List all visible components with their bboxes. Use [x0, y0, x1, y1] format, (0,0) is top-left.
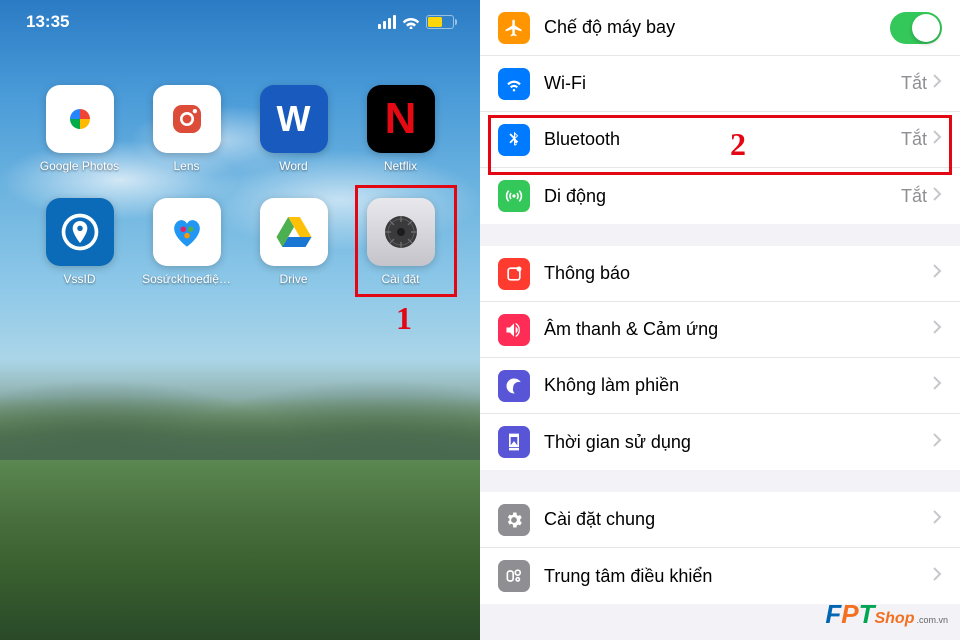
- general-icon: [498, 504, 530, 536]
- chevron-right-icon: [933, 187, 942, 206]
- status-bar: 13:35: [0, 0, 480, 44]
- row-label: Wi-Fi: [544, 73, 901, 94]
- dnd-icon: [498, 370, 530, 402]
- lens-icon: [153, 85, 221, 153]
- drive-icon: [260, 198, 328, 266]
- row-sound[interactable]: Âm thanh & Cảm ứng: [480, 302, 960, 358]
- chevron-right-icon: [933, 264, 942, 283]
- settings-group-notifications: Thông báo Âm thanh & Cảm ứng Không làm p…: [480, 246, 960, 470]
- row-label: Cài đặt chung: [544, 509, 933, 530]
- row-label: Không làm phiền: [544, 375, 933, 396]
- wallpaper-fields: [0, 460, 480, 640]
- app-label: Drive: [279, 272, 307, 286]
- settings-group-connectivity: Chế độ máy bay Wi-Fi Tắt Bluetooth Tắt D…: [480, 0, 960, 224]
- notification-icon: [498, 258, 530, 290]
- row-dnd[interactable]: Không làm phiền: [480, 358, 960, 414]
- airplane-toggle[interactable]: [890, 12, 942, 44]
- netflix-icon: N: [367, 85, 435, 153]
- google-photos-icon: [46, 85, 114, 153]
- row-label: Thời gian sử dụng: [544, 432, 933, 453]
- app-so-suc-khoe[interactable]: Sosứckhoeđiệ…: [137, 198, 236, 286]
- chevron-right-icon: [933, 376, 942, 395]
- wifi-settings-icon: [498, 68, 530, 100]
- app-label: Google Photos: [40, 159, 119, 173]
- settings-screen[interactable]: Chế độ máy bay Wi-Fi Tắt Bluetooth Tắt D…: [480, 0, 960, 640]
- annotation-2: 2: [730, 126, 746, 163]
- row-label: Âm thanh & Cảm ứng: [544, 319, 933, 340]
- row-label: Chế độ máy bay: [544, 17, 890, 38]
- app-word[interactable]: W Word: [244, 85, 343, 173]
- health-icon: [153, 198, 221, 266]
- row-screentime[interactable]: Thời gian sử dụng: [480, 414, 960, 470]
- settings-group-general: Cài đặt chung Trung tâm điều khiển: [480, 492, 960, 604]
- status-time: 13:35: [26, 12, 69, 32]
- row-cellular[interactable]: Di động Tắt: [480, 168, 960, 224]
- app-netflix[interactable]: N Netflix: [351, 85, 450, 173]
- app-label: VssID: [63, 272, 95, 286]
- cellular-icon: [498, 180, 530, 212]
- cellular-signal-icon: [378, 15, 396, 29]
- row-general[interactable]: Cài đặt chung: [480, 492, 960, 548]
- battery-icon: [426, 15, 454, 29]
- app-google-photos[interactable]: Google Photos: [30, 85, 129, 173]
- row-wifi[interactable]: Wi-Fi Tắt: [480, 56, 960, 112]
- row-notifications[interactable]: Thông báo: [480, 246, 960, 302]
- row-value: Tắt: [901, 186, 927, 207]
- home-screen: 13:35 Google Photos Lens W Word N Netfli…: [0, 0, 480, 640]
- vssid-icon: [46, 198, 114, 266]
- annotation-1: 1: [396, 300, 412, 337]
- chevron-right-icon: [933, 433, 942, 452]
- brand-logo: FPT Shop .com.vn: [825, 599, 948, 630]
- word-icon: W: [260, 85, 328, 153]
- screentime-icon: [498, 426, 530, 458]
- app-label: Sosứckhoeđiệ…: [142, 272, 231, 286]
- highlight-box-1: [355, 185, 457, 297]
- status-indicators: [378, 15, 454, 29]
- control-center-icon: [498, 560, 530, 592]
- row-control-center[interactable]: Trung tâm điều khiển: [480, 548, 960, 604]
- wifi-icon: [402, 15, 420, 29]
- highlight-box-2: [488, 115, 952, 175]
- chevron-right-icon: [933, 567, 942, 586]
- row-airplane-mode[interactable]: Chế độ máy bay: [480, 0, 960, 56]
- row-label: Thông báo: [544, 263, 933, 284]
- airplane-icon: [498, 12, 530, 44]
- app-label: Word: [279, 159, 307, 173]
- app-label: Lens: [173, 159, 199, 173]
- app-drive[interactable]: Drive: [244, 198, 343, 286]
- row-label: Trung tâm điều khiển: [544, 566, 933, 587]
- app-label: Netflix: [384, 159, 417, 173]
- sound-icon: [498, 314, 530, 346]
- chevron-right-icon: [933, 510, 942, 529]
- app-lens[interactable]: Lens: [137, 85, 236, 173]
- row-value: Tắt: [901, 73, 927, 94]
- row-label: Di động: [544, 186, 901, 207]
- chevron-right-icon: [933, 74, 942, 93]
- app-vssid[interactable]: VssID: [30, 198, 129, 286]
- chevron-right-icon: [933, 320, 942, 339]
